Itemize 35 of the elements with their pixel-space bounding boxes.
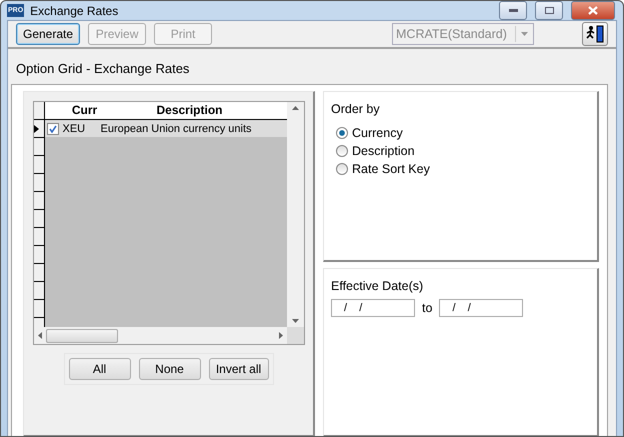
close-button[interactable] bbox=[571, 1, 615, 20]
column-header[interactable]: Curr bbox=[64, 102, 104, 119]
vertical-scrollbar[interactable] bbox=[286, 102, 304, 327]
date-field[interactable]: / / bbox=[439, 299, 524, 317]
exit-button[interactable] bbox=[582, 22, 608, 46]
minimize-button[interactable] bbox=[499, 1, 527, 20]
table-cell-text: XEU bbox=[62, 122, 86, 134]
person-door-icon bbox=[585, 25, 605, 43]
scroll-right-icon bbox=[278, 332, 282, 339]
minimize-icon bbox=[508, 9, 518, 12]
close-icon bbox=[588, 6, 598, 15]
range-label: to bbox=[422, 301, 432, 315]
scroll-up-icon bbox=[292, 106, 298, 110]
scroll-left-icon bbox=[38, 332, 42, 339]
window-title: Exchange Rates bbox=[30, 4, 120, 18]
scrollbar-corner bbox=[286, 327, 304, 344]
maximize-icon bbox=[544, 7, 554, 14]
selection-button[interactable]: None bbox=[138, 358, 200, 380]
selection-button[interactable]: All bbox=[68, 358, 130, 380]
section-heading: Option Grid - Exchange Rates bbox=[15, 60, 190, 78]
scroll-down-icon bbox=[292, 319, 298, 323]
radio-option[interactable]: Rate Sort Key bbox=[331, 162, 590, 176]
column-header[interactable]: Description bbox=[104, 102, 274, 119]
selection-button[interactable]: Invert all bbox=[208, 358, 268, 380]
date-field[interactable]: / / bbox=[331, 299, 415, 317]
group-title: Effective Date(s) bbox=[331, 279, 424, 293]
radio-option[interactable]: Currency bbox=[331, 126, 590, 140]
table-cell-text: European Union currency units bbox=[100, 122, 253, 134]
radio-option[interactable]: Description bbox=[331, 144, 590, 158]
row-checkbox[interactable] bbox=[46, 122, 58, 134]
group-title: Order by bbox=[331, 102, 381, 116]
maximize-button[interactable] bbox=[535, 1, 563, 20]
caret-icon bbox=[520, 32, 528, 36]
horizontal-scrollbar[interactable] bbox=[34, 327, 286, 344]
toolbar-button[interactable]: Generate bbox=[16, 23, 80, 45]
